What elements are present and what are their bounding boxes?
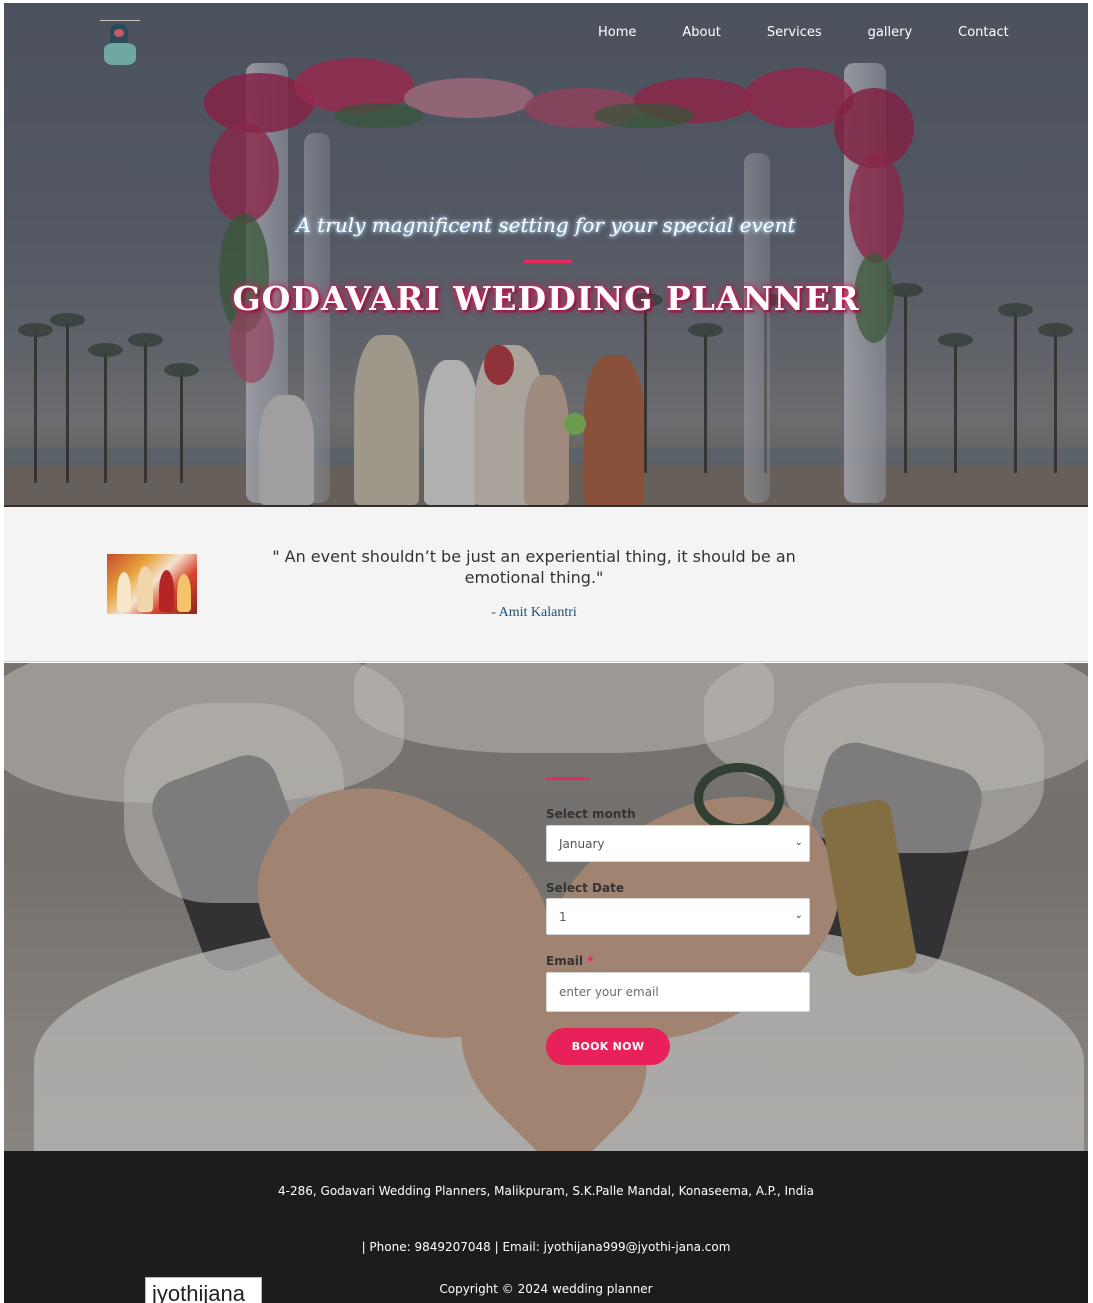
quote-section: " An event shouldn’t be just an experien… bbox=[4, 505, 1088, 662]
form-divider bbox=[546, 777, 590, 780]
email-label-text: Email bbox=[546, 954, 584, 968]
site-logo[interactable] bbox=[100, 20, 140, 68]
quote-author: - Amit Kalantri bbox=[491, 605, 577, 620]
nav-about[interactable]: About bbox=[682, 25, 720, 40]
date-select-value: 1 bbox=[559, 909, 567, 924]
book-now-button[interactable]: BOOK NOW bbox=[546, 1028, 670, 1065]
date-select[interactable]: 1 ⌄ bbox=[546, 898, 810, 935]
hero-title: GODAVARI WEDDING PLANNER bbox=[232, 279, 860, 318]
hero-tagline: A truly magnificent setting for your spe… bbox=[296, 213, 796, 237]
nav-contact[interactable]: Contact bbox=[958, 25, 1009, 40]
footer-address: 4-286, Godavari Wedding Planners, Malikp… bbox=[278, 1184, 814, 1198]
hero-section: Home About Services gallery Contact A tr… bbox=[4, 3, 1088, 505]
nav-home[interactable]: Home bbox=[598, 25, 636, 40]
required-asterisk: * bbox=[587, 954, 594, 968]
month-select[interactable]: January ⌄ bbox=[546, 825, 810, 862]
email-placeholder: enter your email bbox=[559, 985, 659, 999]
email-input[interactable]: enter your email bbox=[546, 972, 810, 1012]
hero-dim-overlay bbox=[4, 3, 1088, 505]
site-footer: 4-286, Godavari Wedding Planners, Malikp… bbox=[4, 1151, 1088, 1303]
hero-divider bbox=[524, 260, 572, 263]
nav-services[interactable]: Services bbox=[767, 25, 822, 40]
footer-contact[interactable]: | Phone: 9849207048 | Email: jyothijana9… bbox=[4, 1240, 1088, 1254]
nav-gallery[interactable]: gallery bbox=[868, 25, 912, 40]
month-label: Select month bbox=[546, 807, 636, 821]
email-label: Email * bbox=[546, 954, 594, 968]
main-nav: Home About Services gallery Contact bbox=[598, 25, 1055, 40]
chevron-down-icon: ⌄ bbox=[794, 837, 803, 848]
date-label: Select Date bbox=[546, 881, 624, 895]
wedding-photo-thumbnail bbox=[107, 554, 197, 614]
quote-text: " An event shouldn’t be just an experien… bbox=[272, 547, 796, 587]
footer-brand-badge[interactable]: jyothijana bbox=[145, 1277, 262, 1303]
booking-section: Select month January ⌄ Select Date 1 ⌄ E… bbox=[4, 663, 1088, 1151]
chevron-down-icon: ⌄ bbox=[794, 910, 803, 921]
month-select-value: January bbox=[559, 836, 605, 851]
